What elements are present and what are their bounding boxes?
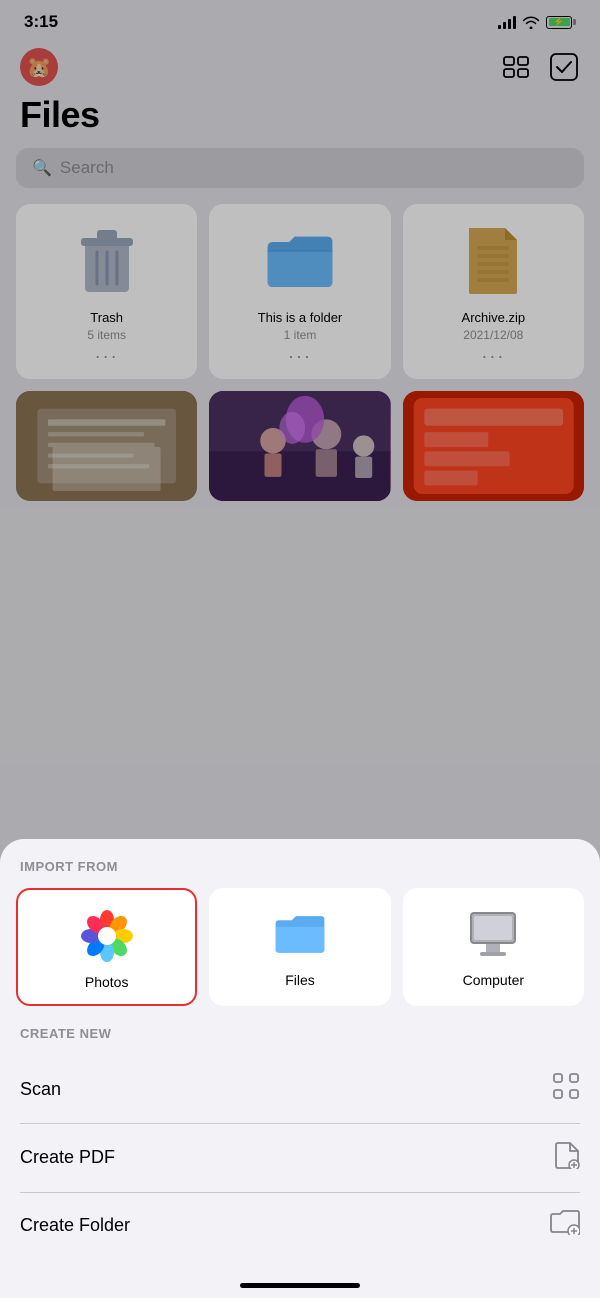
import-files-card[interactable]: Files [209,888,390,1006]
import-files-icon [272,906,328,962]
create-section-label: CREATE NEW [0,1026,600,1055]
import-computer-label: Computer [463,972,524,988]
import-section-label: IMPORT FROM [0,859,600,888]
folder-plus-icon [550,1209,580,1241]
computer-icon [465,906,521,962]
scan-row[interactable]: Scan [0,1055,600,1123]
pdf-icon [554,1141,580,1175]
import-grid: Photos Files [0,888,600,1026]
create-folder-label: Create Folder [20,1215,130,1236]
action-sheet: IMPORT FROM Photos [0,839,600,1298]
import-files-label: Files [285,972,315,988]
photos-icon [79,908,135,964]
home-indicator [240,1283,360,1288]
import-photos-label: Photos [85,974,129,990]
create-pdf-label: Create PDF [20,1147,115,1168]
create-pdf-row[interactable]: Create PDF [0,1124,600,1192]
import-computer-card[interactable]: Computer [403,888,584,1006]
import-photos-card[interactable]: Photos [16,888,197,1006]
scan-label: Scan [20,1079,61,1100]
scan-icon [552,1072,580,1106]
create-folder-row[interactable]: Create Folder [0,1192,600,1258]
